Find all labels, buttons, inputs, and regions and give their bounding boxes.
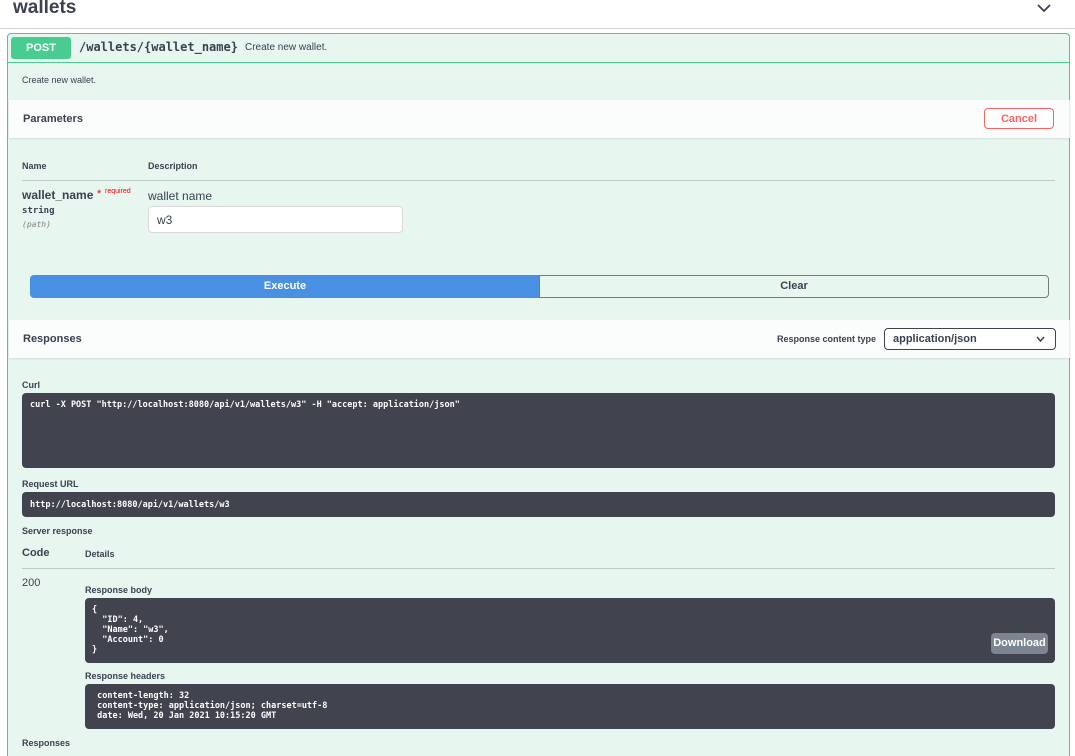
- param-location: (path): [22, 220, 51, 229]
- column-header-code: Code: [22, 547, 50, 559]
- response-body-block[interactable]: { "ID": 4, "Name": "w3", "Account": 0 }: [85, 598, 1055, 663]
- server-response-label: Server response: [22, 526, 93, 536]
- responses-header: Responses Response content type applicat…: [9, 320, 1070, 358]
- request-url-block[interactable]: http://localhost:8080/api/v1/wallets/w3: [22, 492, 1055, 517]
- divider: [22, 180, 1055, 181]
- content-type-value: application/json: [893, 333, 977, 345]
- responses-footer-label: Responses: [22, 738, 71, 748]
- curl-code-block[interactable]: curl -X POST "http://localhost:8080/api/…: [22, 393, 1055, 468]
- column-header-description: Description: [148, 161, 198, 171]
- operation-summary[interactable]: POST /wallets/{wallet_name} Create new w…: [8, 34, 1069, 63]
- param-type: string: [22, 206, 55, 216]
- column-header-details: Details: [85, 549, 115, 559]
- operation-description: Create new wallet.: [22, 75, 97, 85]
- required-label: required: [105, 188, 131, 195]
- operation-summary-text: Create new wallet.: [245, 42, 328, 53]
- method-badge: POST: [11, 37, 71, 59]
- responses-title: Responses: [23, 333, 82, 345]
- tag-header-wallets[interactable]: wallets: [0, 0, 1075, 29]
- operation-path: /wallets/{wallet_name}: [79, 40, 238, 54]
- response-code: 200: [22, 577, 41, 589]
- parameters-header: Parameters Cancel: [9, 100, 1070, 138]
- request-url-label: Request URL: [22, 479, 79, 489]
- content-type-label: Response content type: [777, 334, 877, 344]
- response-headers-label: Response headers: [85, 671, 166, 681]
- wallet-name-input[interactable]: w3: [148, 206, 403, 233]
- param-description: wallet name: [148, 189, 213, 203]
- response-body-label: Response body: [85, 585, 153, 595]
- clear-button[interactable]: Clear: [539, 275, 1049, 298]
- column-header-name: Name: [22, 161, 47, 171]
- download-button[interactable]: Download: [991, 633, 1048, 654]
- curl-label: Curl: [22, 380, 40, 390]
- parameters-title: Parameters: [23, 113, 83, 125]
- tag-title: wallets: [13, 0, 77, 18]
- cancel-button[interactable]: Cancel: [984, 108, 1054, 129]
- param-name: wallet_name: [22, 188, 94, 202]
- chevron-down-icon[interactable]: [1036, 2, 1052, 14]
- content-type-select[interactable]: application/json: [884, 328, 1056, 350]
- chevron-down-icon: [1036, 336, 1045, 342]
- divider: [22, 568, 1055, 569]
- execute-button[interactable]: Execute: [30, 275, 540, 298]
- response-headers-block[interactable]: content-length: 32 content-type: applica…: [85, 684, 1055, 729]
- required-marker: *: [97, 188, 102, 200]
- operation-block-post: POST /wallets/{wallet_name} Create new w…: [7, 33, 1070, 756]
